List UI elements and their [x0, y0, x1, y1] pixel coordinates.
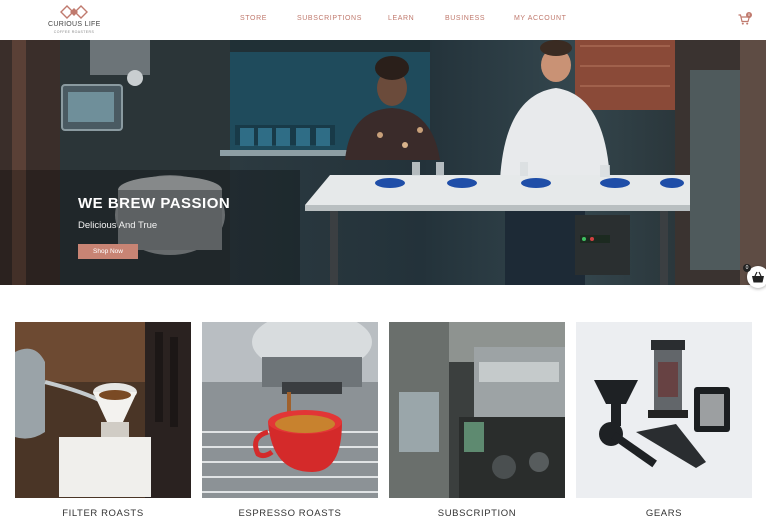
brand-tagline: COFFEE ROASTERS: [53, 30, 95, 34]
brand-name: CURIOUS LIFE: [48, 21, 101, 28]
hero-subtitle: Delicious And True: [78, 220, 158, 231]
category-gears[interactable]: GEARS: [576, 322, 752, 522]
category-subscription[interactable]: SUBSCRIPTION: [389, 322, 565, 522]
nav-learn[interactable]: LEARN: [388, 15, 414, 22]
category-label: GEARS: [645, 508, 683, 519]
category-espresso-roasts[interactable]: ESPRESSO ROASTS: [202, 322, 378, 522]
shop-now-button[interactable]: Shop Now: [78, 244, 138, 259]
category-filter-roasts[interactable]: FILTER ROASTS: [15, 322, 191, 522]
hero-title: WE BREW PASSION: [78, 195, 231, 212]
nav-business[interactable]: BUSINESS: [445, 15, 485, 22]
hero-banner: WE BREW PASSION Delicious And True Shop …: [0, 40, 766, 285]
brand-logo[interactable]: CURIOUS LIFE COFFEE ROASTERS: [48, 5, 100, 35]
subscription-photo: [389, 322, 565, 498]
nav-subscriptions[interactable]: SUBSCRIPTIONS: [297, 15, 362, 22]
logo-diamond-icon: [60, 5, 88, 19]
category-label: FILTER ROASTS: [62, 508, 144, 519]
category-label: SUBSCRIPTION: [437, 508, 517, 519]
floating-cart-count: 0: [743, 264, 751, 272]
gears-photo: [576, 322, 752, 498]
category-label: ESPRESSO ROASTS: [238, 508, 342, 519]
espresso-roasts-photo: [202, 322, 378, 498]
cart-count-badge: 0: [746, 12, 752, 18]
nav-store[interactable]: STORE: [240, 15, 267, 22]
filter-roasts-photo: [15, 322, 191, 498]
nav-my-account[interactable]: MY ACCOUNT: [514, 15, 567, 22]
site-header: CURIOUS LIFE COFFEE ROASTERS STORE SUBSC…: [0, 0, 766, 40]
